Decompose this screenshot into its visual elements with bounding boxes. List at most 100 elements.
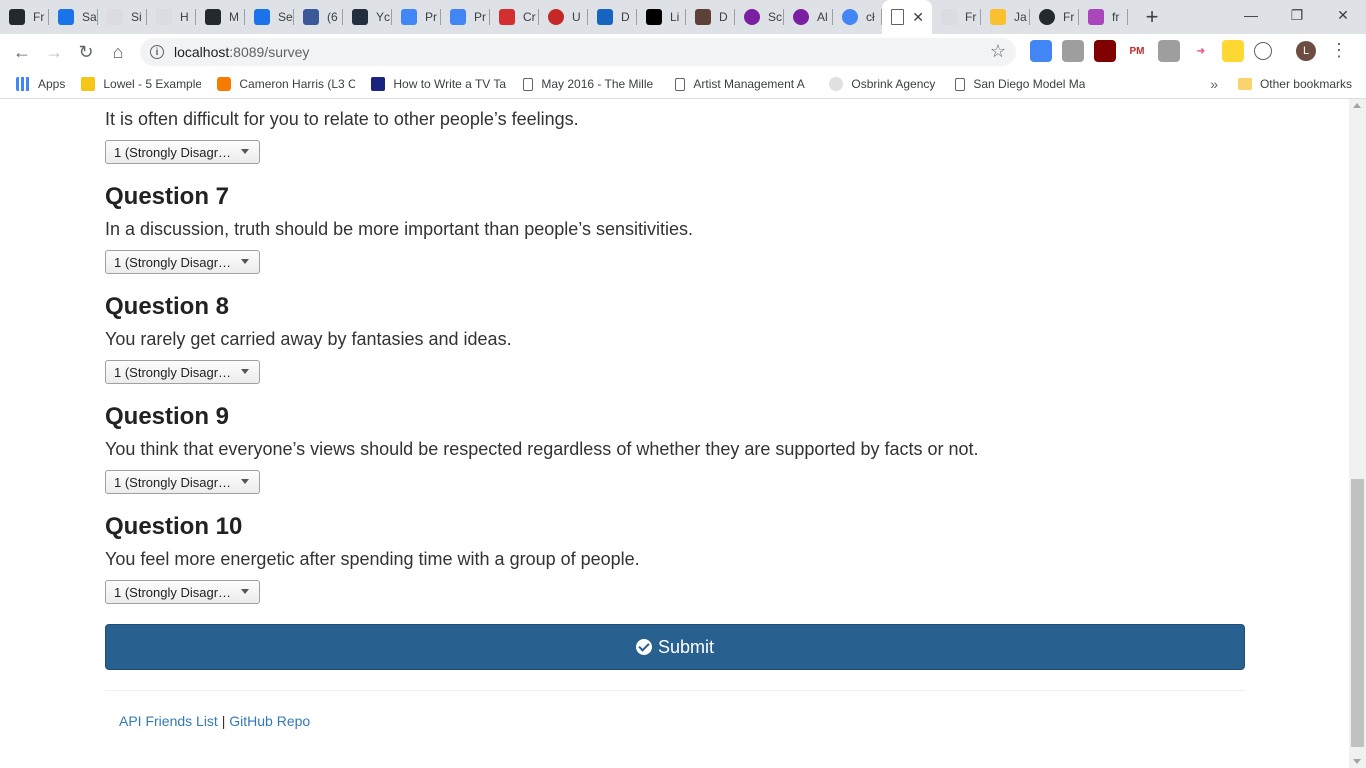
tab-label: Cr xyxy=(523,10,536,24)
tab[interactable]: H xyxy=(147,0,196,34)
ublock-extension-icon[interactable] xyxy=(1094,40,1116,62)
tab[interactable]: D xyxy=(686,0,735,34)
tab[interactable]: Se xyxy=(245,0,294,34)
back-arrow-icon[interactable]: ← xyxy=(6,36,38,68)
tab-favicon-icon xyxy=(205,9,221,25)
home-icon[interactable]: ⌂ xyxy=(102,36,134,68)
pm-extension-icon[interactable]: PM xyxy=(1126,40,1148,62)
tab[interactable]: Ja xyxy=(981,0,1030,34)
share-extension-icon[interactable]: ➜ xyxy=(1190,40,1212,62)
question-8-text: You rarely get carried away by fantasies… xyxy=(105,329,512,349)
bookmark-item[interactable]: Artist Management A xyxy=(675,77,813,91)
question-9-heading: Question 9 xyxy=(105,403,230,430)
code-extension-icon[interactable] xyxy=(1254,42,1272,60)
select-value: 1 (Strongly Disagree) xyxy=(114,584,232,600)
reload-icon[interactable]: ↻ xyxy=(70,36,102,68)
bookmark-star-icon[interactable]: ☆ xyxy=(990,41,1006,62)
tab[interactable]: fr xyxy=(1079,0,1128,34)
tab[interactable]: Yc xyxy=(343,0,392,34)
vertical-scrollbar[interactable] xyxy=(1349,99,1366,768)
tab-favicon-icon xyxy=(107,9,123,25)
scroll-up-icon[interactable] xyxy=(1353,103,1361,108)
bookmark-item[interactable]: San Diego Model Ma xyxy=(955,77,1089,91)
tab[interactable]: (6 xyxy=(294,0,343,34)
question-10-select[interactable]: 1 (Strongly Disagree) xyxy=(105,580,260,604)
tab[interactable]: Fr xyxy=(932,0,981,34)
page-icon xyxy=(891,9,904,25)
tab[interactable]: Fr xyxy=(0,0,49,34)
restore-icon[interactable]: ❐ xyxy=(1274,0,1320,30)
tab[interactable]: Cr xyxy=(490,0,539,34)
site-info-icon[interactable]: i xyxy=(150,45,164,59)
tab[interactable]: D xyxy=(588,0,637,34)
tab[interactable]: Li xyxy=(637,0,686,34)
tab[interactable]: Sc xyxy=(735,0,784,34)
bookmark-item[interactable]: How to Write a TV Ta xyxy=(371,77,507,91)
tab-label: D xyxy=(719,10,728,24)
forward-arrow-icon[interactable]: → xyxy=(38,36,70,68)
github-repo-link[interactable]: GitHub Repo xyxy=(229,713,310,729)
menu-kebab-icon[interactable]: ⋮ xyxy=(1330,40,1348,62)
api-friends-link[interactable]: API Friends List xyxy=(119,713,218,729)
question-7-select[interactable]: 1 (Strongly Disagree) xyxy=(105,250,260,274)
tab-favicon-icon xyxy=(352,9,368,25)
bookmark-item[interactable]: May 2016 - The Mille xyxy=(523,77,659,91)
extension-icon[interactable] xyxy=(1158,40,1180,62)
translate-extension-icon[interactable] xyxy=(1030,40,1052,62)
tabs: Fr Sa Si H M Se (6 Yc Pr Pr Cr U D Li D … xyxy=(0,0,1172,34)
tab[interactable]: M xyxy=(196,0,245,34)
window-controls: — ❐ ✕ xyxy=(1228,0,1366,30)
tab-active[interactable]: ✕ xyxy=(882,0,932,34)
profile-avatar[interactable]: L xyxy=(1296,41,1316,61)
bookmark-item[interactable]: Cameron Harris (L3 C xyxy=(217,77,355,91)
question-8-select[interactable]: 1 (Strongly Disagree) xyxy=(105,360,260,384)
apps-grid-icon xyxy=(16,77,30,91)
tab-label: Fr xyxy=(965,10,977,24)
new-tab-button[interactable]: + xyxy=(1132,0,1172,34)
question-9-select[interactable]: 1 (Strongly Disagree) xyxy=(105,470,260,494)
tab[interactable]: Fr xyxy=(1030,0,1079,34)
question-6-select[interactable]: 1 (Strongly Disagree) xyxy=(105,140,260,164)
bookmark-item[interactable]: Osbrink Agency xyxy=(829,77,939,91)
notes-extension-icon[interactable] xyxy=(1222,40,1244,62)
submit-label: Submit xyxy=(657,636,715,657)
css-extension-icon[interactable] xyxy=(1062,40,1084,62)
address-bar[interactable]: i localhost:8089/survey ☆ xyxy=(140,38,1016,66)
submit-button[interactable]: Submit xyxy=(105,624,1245,670)
select-value: 1 (Strongly Disagree) xyxy=(114,364,232,380)
select-value: 1 (Strongly Disagree) xyxy=(114,144,232,160)
scroll-down-icon[interactable] xyxy=(1353,759,1361,764)
browser-toolbar: ← → ↻ ⌂ i localhost:8089/survey ☆ PM ➜ L… xyxy=(0,34,1366,70)
extensions: PM ➜ L ⋮ xyxy=(1030,40,1348,62)
tab[interactable]: cł xyxy=(833,0,882,34)
tab[interactable]: Pr xyxy=(441,0,490,34)
bookmark-label: Apps xyxy=(38,77,66,91)
tab-label: Se xyxy=(278,10,293,24)
tab[interactable]: Si xyxy=(98,0,147,34)
avatar-letter: L xyxy=(1302,45,1310,57)
other-bookmarks[interactable]: Other bookmarks xyxy=(1237,77,1352,91)
close-window-icon[interactable]: ✕ xyxy=(1320,0,1366,30)
tab[interactable]: Al xyxy=(784,0,833,34)
bookmark-item[interactable]: Lowel - 5 Example St xyxy=(81,77,201,91)
tab-label: Li xyxy=(670,10,680,24)
more-bookmarks-icon[interactable]: » xyxy=(1210,76,1218,92)
tab[interactable]: U xyxy=(539,0,588,34)
minimize-icon[interactable]: — xyxy=(1228,0,1274,30)
tab-label: Pr xyxy=(425,10,437,24)
tab-label: Yc xyxy=(376,10,391,24)
scrollbar-thumb[interactable] xyxy=(1351,479,1364,747)
bookmark-label: Cameron Harris (L3 C xyxy=(239,77,356,91)
bookmarks-bar: Apps Lowel - 5 Example St Cameron Harris… xyxy=(0,70,1366,99)
tab-favicon-icon xyxy=(303,9,319,25)
tab[interactable]: Pr xyxy=(392,0,441,34)
close-tab-icon[interactable]: ✕ xyxy=(912,9,924,26)
blogger-icon xyxy=(217,77,232,91)
tab[interactable]: Sa xyxy=(49,0,98,34)
tab-label: M xyxy=(229,10,239,24)
bookmark-apps[interactable]: Apps xyxy=(16,77,65,91)
question-10-heading: Question 10 xyxy=(105,513,243,540)
dropdown-caret-icon xyxy=(241,479,249,484)
question-7-heading: Question 7 xyxy=(105,183,230,210)
tab-favicon-icon xyxy=(1039,9,1055,25)
